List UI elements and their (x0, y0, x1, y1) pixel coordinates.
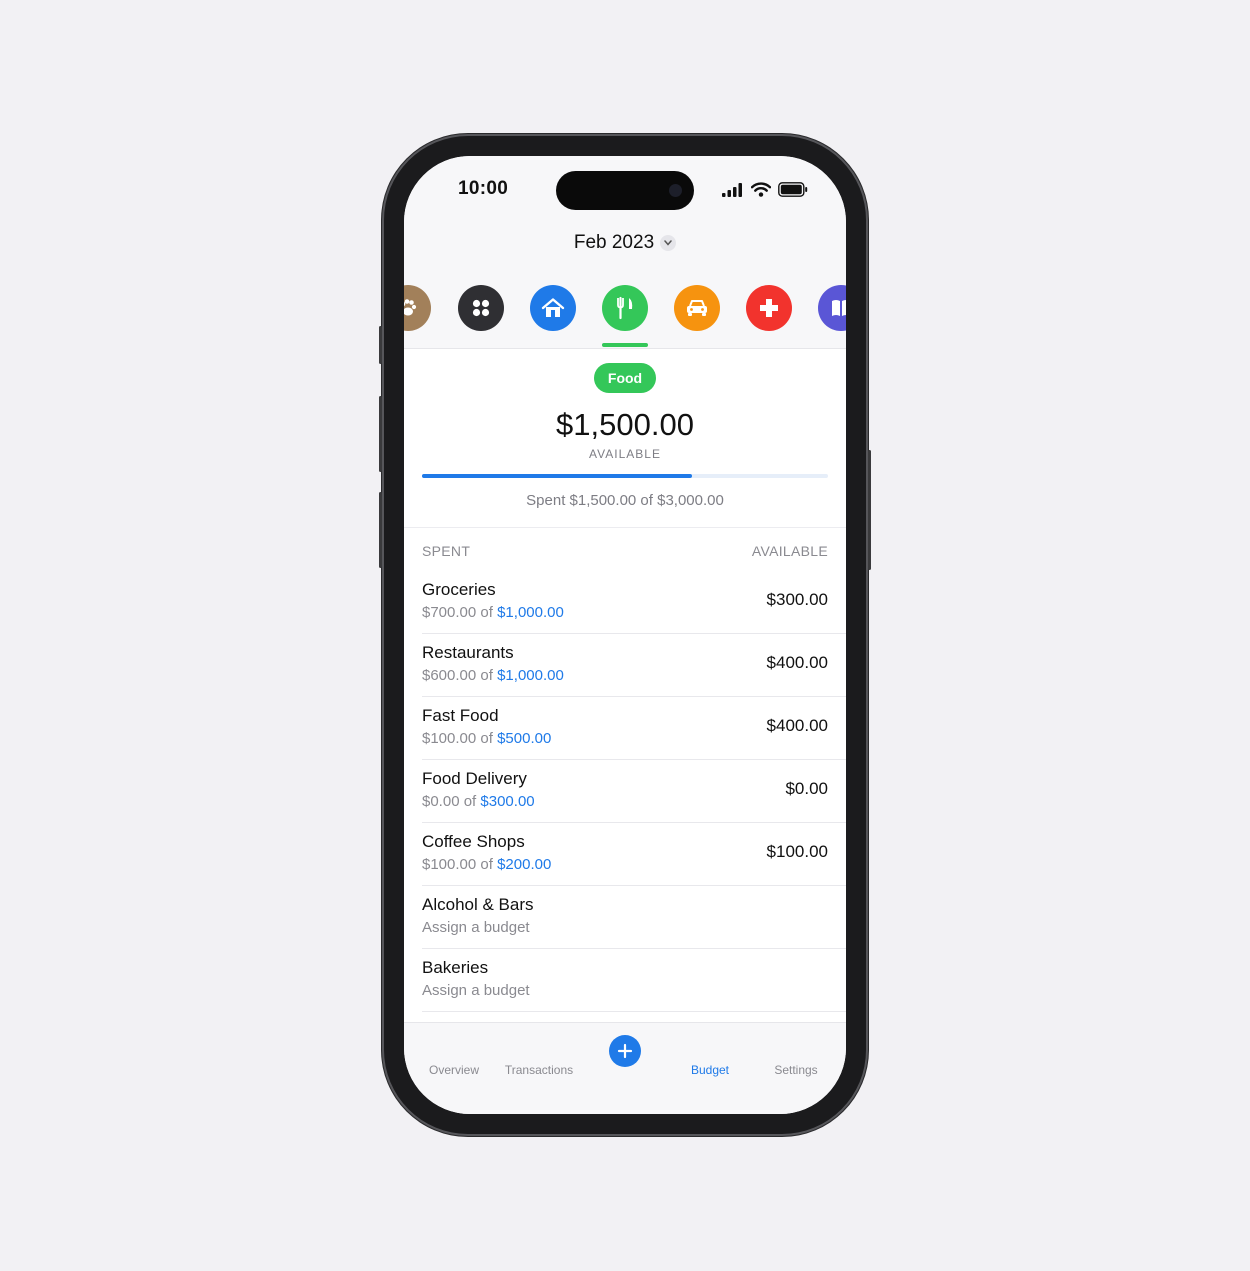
volume-down-button (379, 492, 382, 568)
item-progress-text: $0.00 of $300.00 (422, 793, 535, 810)
list-item[interactable]: Coffee Shops $100.00 of $200.00 $100.00 (422, 823, 846, 886)
category-carousel[interactable] (404, 268, 846, 349)
status-bar: 10:00 (404, 156, 846, 222)
item-name: Coffee Shops (422, 832, 525, 851)
month-selector[interactable]: Feb 2023 (404, 232, 846, 254)
item-name: Restaurants (422, 643, 514, 662)
spent-summary: Spent $1,500.00 of $3,000.00 (526, 492, 724, 509)
list-item[interactable]: Fast Food $100.00 of $500.00 $400.00 (422, 697, 846, 760)
tab-transactions[interactable]: Transactions (494, 1063, 584, 1077)
available-column-header: AVAILABLE (751, 543, 828, 559)
list-header: SPENT AVAILABLE (422, 543, 828, 559)
wifi-icon (751, 182, 771, 197)
item-available: $0.00 (785, 779, 828, 798)
category-pets[interactable] (404, 285, 431, 331)
medical-cross-icon (760, 299, 778, 317)
budget-summary: Food $1,500.00 AVAILABLE Spent $1,500.00… (404, 349, 846, 528)
status-icons (722, 182, 808, 197)
available-amount: $1,500.00 (556, 407, 694, 442)
available-label: AVAILABLE (589, 447, 661, 461)
list-item[interactable]: Groceries $700.00 of $1,000.00 $300.00 (422, 571, 846, 634)
dynamic-island (556, 171, 694, 210)
assign-budget-link[interactable]: Assign a budget (422, 919, 530, 936)
selected-category-indicator (602, 343, 648, 347)
mute-switch (379, 326, 382, 364)
month-label: Feb 2023 (573, 232, 655, 253)
item-available: $400.00 (766, 653, 828, 672)
home-icon (541, 298, 565, 317)
grid-dots-icon (472, 299, 490, 317)
item-available: $300.00 (766, 590, 828, 609)
car-icon (687, 300, 707, 316)
list-item[interactable]: Bakeries Assign a budget (422, 949, 846, 1012)
month-header: Feb 2023 (404, 222, 846, 269)
screen: 10:00 Feb 2023 Food $1,500.00 AVAILABLE … (404, 156, 846, 1114)
battery-icon (778, 182, 808, 197)
list-item[interactable]: Food Delivery $0.00 of $300.00 $0.00 (422, 760, 846, 823)
category-education[interactable] (818, 285, 846, 331)
spent-column-header: SPENT (422, 543, 471, 559)
category-badge: Food (594, 363, 656, 393)
item-name: Food Delivery (422, 769, 527, 788)
subcategory-list: SPENT AVAILABLE Groceries $700.00 of $1,… (404, 528, 846, 1018)
book-icon (832, 300, 846, 316)
plus-icon (617, 1043, 633, 1059)
item-budget[interactable]: $500.00 (497, 730, 551, 747)
list-item[interactable]: Alcohol & Bars Assign a budget (422, 886, 846, 949)
volume-up-button (379, 396, 382, 472)
tab-budget[interactable]: Budget (665, 1063, 755, 1077)
budget-progress-bar (422, 474, 828, 478)
paw-icon (404, 299, 417, 316)
tab-settings[interactable]: Settings (751, 1063, 841, 1077)
item-progress-text: $700.00 of $1,000.00 (422, 604, 564, 621)
item-available: $100.00 (766, 842, 828, 861)
item-budget[interactable]: $1,000.00 (497, 604, 564, 621)
item-budget[interactable]: $1,000.00 (497, 667, 564, 684)
item-name: Bakeries (422, 958, 489, 977)
item-budget[interactable]: $300.00 (480, 793, 534, 810)
add-transaction-button[interactable] (609, 1035, 641, 1067)
category-food[interactable] (602, 285, 648, 331)
item-available: $400.00 (766, 716, 828, 735)
tab-overview[interactable]: Overview (409, 1063, 499, 1077)
category-all[interactable] (458, 285, 504, 331)
item-progress-text: $600.00 of $1,000.00 (422, 667, 564, 684)
item-budget[interactable]: $200.00 (497, 856, 551, 873)
fork-knife-icon (617, 296, 633, 320)
list-item[interactable]: Restaurants $600.00 of $1,000.00 $400.00 (422, 634, 846, 697)
tab-bar: Overview Transactions Budget Settings (404, 1022, 846, 1114)
item-progress-text: $100.00 of $500.00 (422, 730, 552, 747)
item-name: Groceries (422, 580, 496, 599)
item-progress-text: $100.00 of $200.00 (422, 856, 552, 873)
category-auto[interactable] (674, 285, 720, 331)
power-button (868, 450, 871, 570)
assign-budget-link[interactable]: Assign a budget (422, 982, 530, 999)
item-name: Alcohol & Bars (422, 895, 534, 914)
budget-progress-fill (422, 474, 692, 478)
item-name: Fast Food (422, 706, 499, 725)
category-health[interactable] (746, 285, 792, 331)
chevron-down-icon (660, 235, 677, 251)
phone-frame: 10:00 Feb 2023 Food $1,500.00 AVAILABLE … (379, 134, 871, 1136)
cellular-signal-icon (722, 182, 742, 197)
category-home[interactable] (530, 285, 576, 331)
status-time: 10:00 (458, 178, 509, 199)
